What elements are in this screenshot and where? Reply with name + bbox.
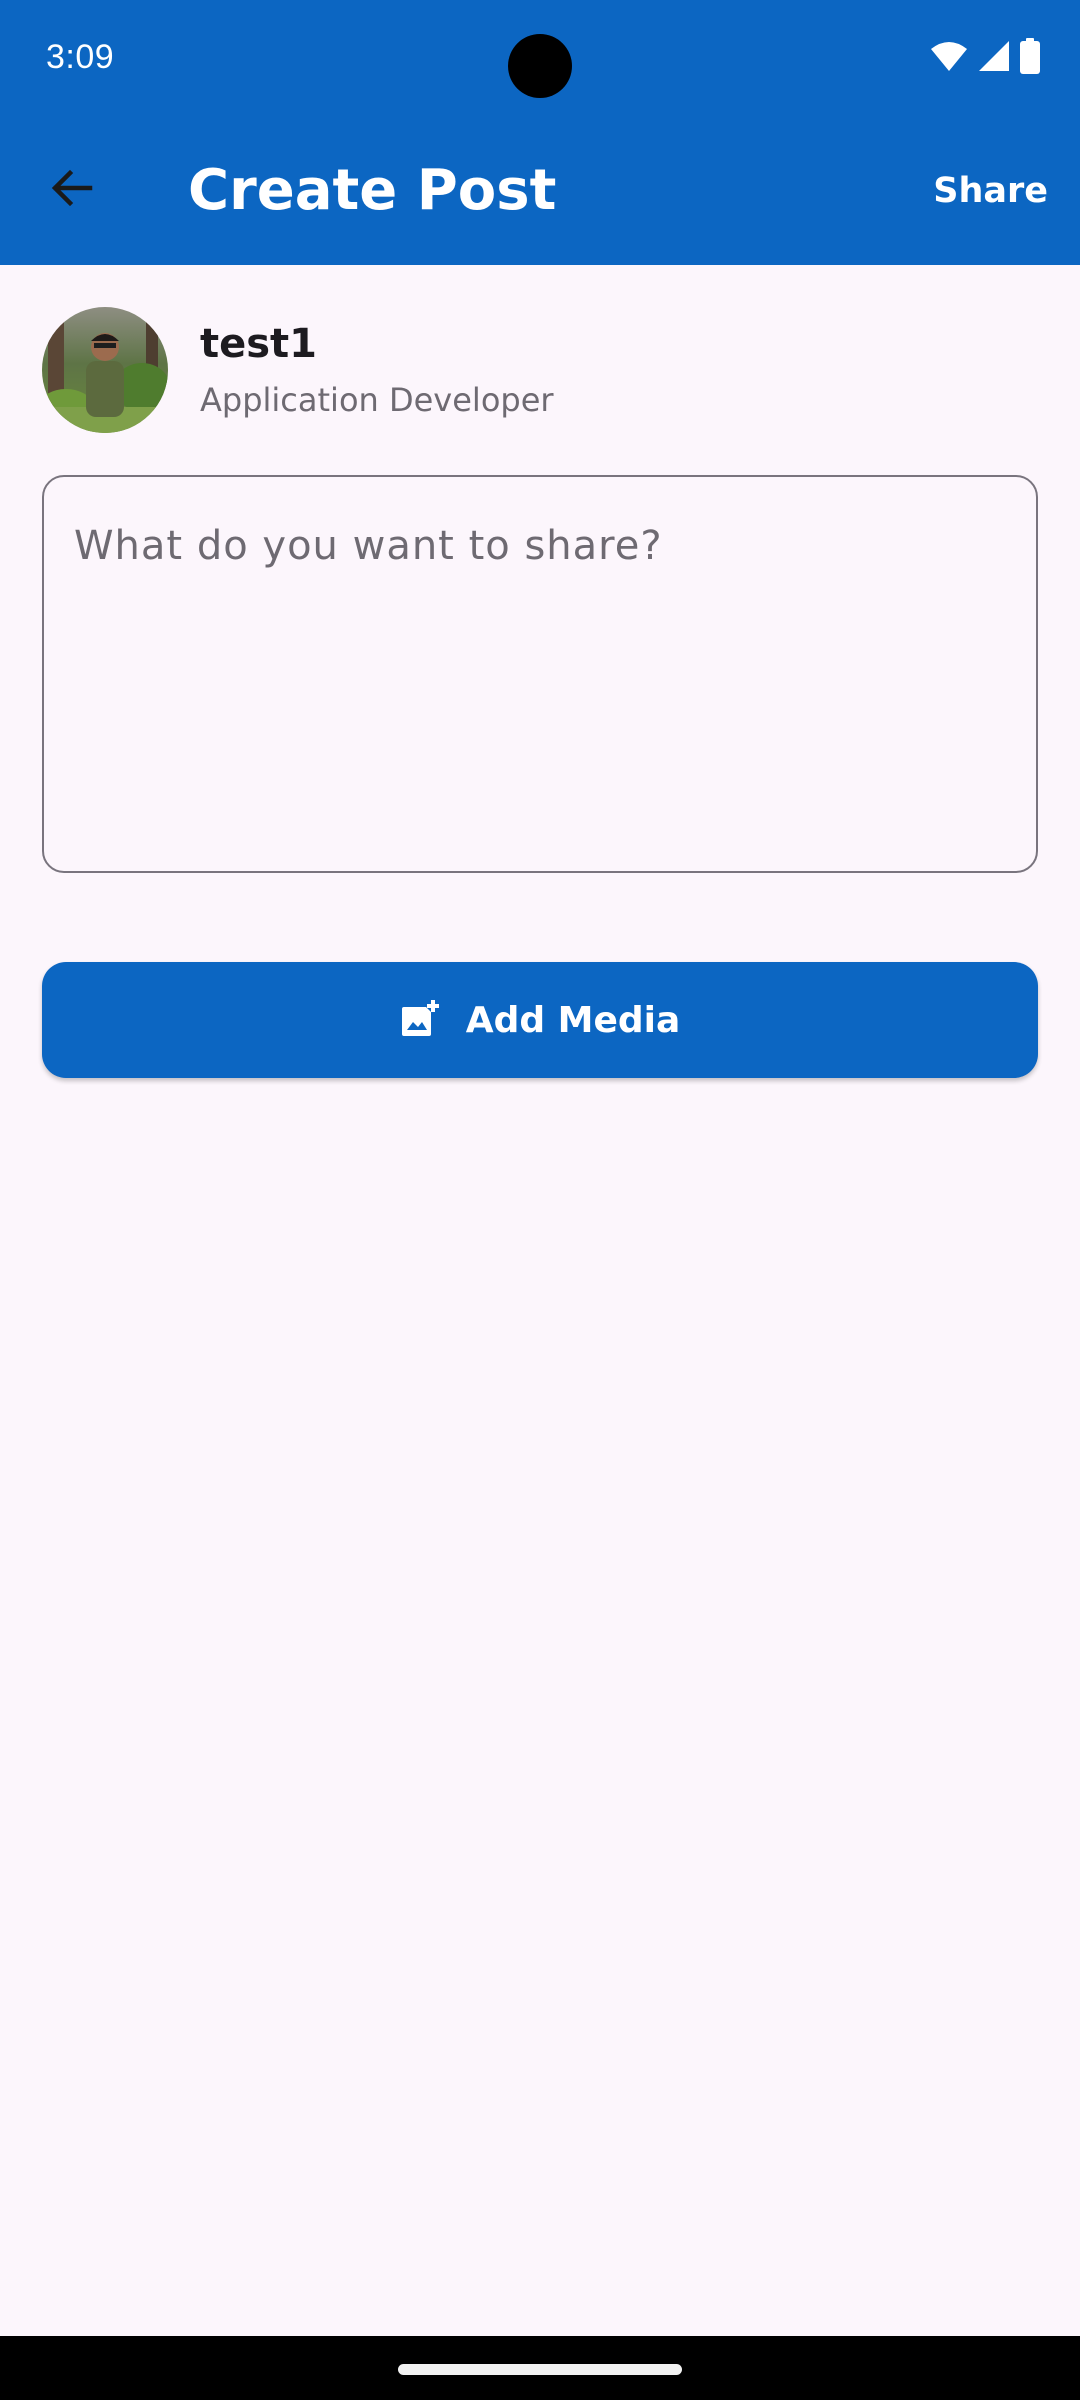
create-post-screen: 3:09 Create Post Share test1 Application… — [0, 0, 1080, 2400]
home-gesture-handle[interactable] — [398, 2364, 682, 2375]
user-role: Application Developer — [200, 381, 554, 419]
add-media-button[interactable]: Add Media — [42, 962, 1038, 1078]
page-title: Create Post — [188, 158, 557, 223]
back-button[interactable] — [34, 152, 110, 228]
arrow-back-icon — [48, 164, 96, 216]
status-bar-icons — [930, 38, 1040, 78]
user-name: test1 — [200, 321, 318, 367]
avatar — [42, 307, 168, 433]
battery-icon — [1020, 38, 1040, 78]
post-text-input[interactable] — [44, 477, 1036, 871]
share-button[interactable]: Share — [933, 166, 1048, 216]
camera-cutout — [508, 34, 572, 98]
post-input-container — [42, 475, 1038, 873]
status-bar-time: 3:09 — [46, 38, 115, 76]
system-navigation-bar — [0, 2336, 1080, 2400]
wifi-icon — [930, 40, 968, 76]
cellular-signal-icon — [978, 40, 1010, 76]
add-media-label: Add Media — [465, 999, 681, 1041]
app-header: 3:09 Create Post Share — [0, 0, 1080, 265]
add-photo-icon — [400, 998, 440, 1042]
